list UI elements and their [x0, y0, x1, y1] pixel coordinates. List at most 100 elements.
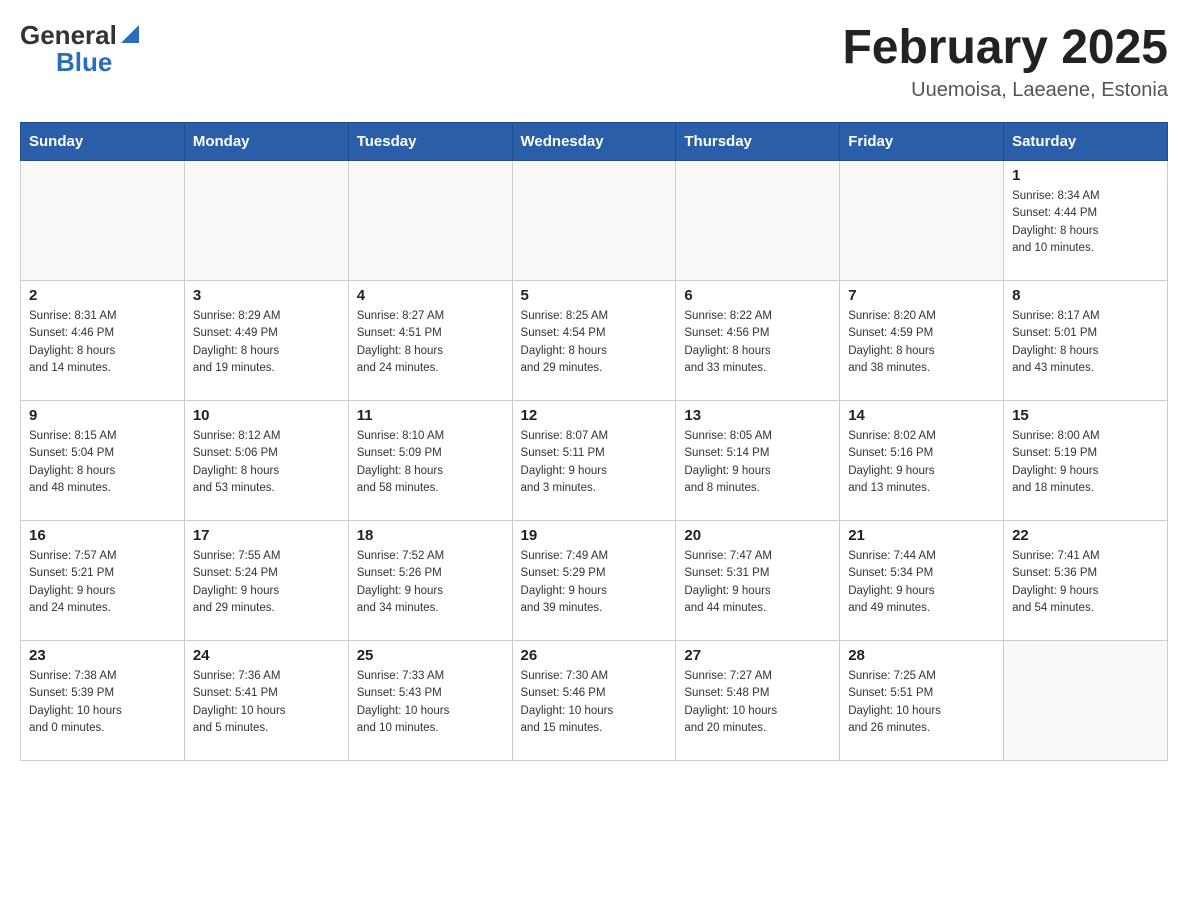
day-number: 15 — [1012, 407, 1159, 424]
calendar-cell — [184, 161, 348, 281]
calendar-cell: 19 Sunrise: 7:49 AMSunset: 5:29 PMDayligh… — [512, 521, 676, 641]
day-number: 19 — [521, 527, 668, 544]
day-info: Sunrise: 8:15 AMSunset: 5:04 PMDaylight:… — [29, 428, 176, 497]
calendar-cell: 4Sunrise: 8:27 AMSunset: 4:51 PMDaylight… — [348, 281, 512, 401]
calendar-cell: 22Sunrise: 7:41 AMSunset: 5:36 PMDayligh… — [1004, 521, 1168, 641]
calendar-cell: 6Sunrise: 8:22 AMSunset: 4:56 PMDaylight… — [676, 281, 840, 401]
day-info: Sunrise: 7:25 AMSunset: 5:51 PMDaylight:… — [848, 668, 995, 737]
day-number: 20 — [684, 527, 831, 544]
day-number: 13 — [684, 407, 831, 424]
day-number: 4 — [357, 287, 504, 304]
day-number: 17 — [193, 527, 340, 544]
day-info: Sunrise: 7:27 AMSunset: 5:48 PMDaylight:… — [684, 668, 831, 737]
calendar-body: 1 Sunrise: 8:34 AMSunset: 4:44 PMDaylight… — [21, 161, 1168, 761]
weekday-header-row: Sunday Monday Tuesday Wednesday Thursday… — [21, 123, 1168, 161]
calendar-cell — [348, 161, 512, 281]
logo-blue-text: Blue — [56, 47, 112, 78]
day-number: 11 — [357, 407, 504, 424]
day-number: 16 — [29, 527, 176, 544]
day-number: 2 — [29, 287, 176, 304]
calendar-cell: 2 Sunrise: 8:31 AMSunset: 4:46 PMDaylight… — [21, 281, 185, 401]
calendar-cell: 3 Sunrise: 8:29 AMSunset: 4:49 PMDaylight… — [184, 281, 348, 401]
day-number: 5 — [521, 287, 668, 304]
day-info: Sunrise: 8:20 AMSunset: 4:59 PMDaylight:… — [848, 308, 995, 377]
day-info: Sunrise: 8:00 AMSunset: 5:19 PMDaylight:… — [1012, 428, 1159, 497]
calendar-cell — [1004, 641, 1168, 761]
header-friday: Friday — [840, 123, 1004, 161]
calendar-cell: 17Sunrise: 7:55 AMSunset: 5:24 PMDayligh… — [184, 521, 348, 641]
day-info: Sunrise: 7:57 AMSunset: 5:21 PMDaylight:… — [29, 548, 176, 617]
day-info: Sunrise: 8:22 AMSunset: 4:56 PMDaylight:… — [684, 308, 831, 377]
header-wednesday: Wednesday — [512, 123, 676, 161]
day-info: Sunrise: 7:44 AMSunset: 5:34 PMDaylight:… — [848, 548, 995, 617]
day-number: 7 — [848, 287, 995, 304]
calendar-title: February 2025 — [842, 20, 1168, 75]
header-saturday: Saturday — [1004, 123, 1168, 161]
day-info: Sunrise: 8:34 AMSunset: 4:44 PMDaylight:… — [1012, 188, 1159, 257]
day-info: Sunrise: 7:38 AMSunset: 5:39 PMDaylight:… — [29, 668, 176, 737]
calendar-cell: 27 Sunrise: 7:27 AMSunset: 5:48 PMDayligh… — [676, 641, 840, 761]
day-number: 8 — [1012, 287, 1159, 304]
day-number: 21 — [848, 527, 995, 544]
day-info: Sunrise: 8:31 AMSunset: 4:46 PMDaylight:… — [29, 308, 176, 377]
logo: General Blue — [20, 20, 139, 78]
calendar-cell: 11 Sunrise: 8:10 AMSunset: 5:09 PMDayligh… — [348, 401, 512, 521]
logo-triangle-icon — [121, 25, 139, 48]
day-number: 1 — [1012, 167, 1159, 184]
day-number: 9 — [29, 407, 176, 424]
day-info: Sunrise: 8:10 AMSunset: 5:09 PMDaylight:… — [357, 428, 504, 497]
calendar-cell — [512, 161, 676, 281]
day-info: Sunrise: 8:25 AMSunset: 4:54 PMDaylight:… — [521, 308, 668, 377]
calendar-week-row: 1 Sunrise: 8:34 AMSunset: 4:44 PMDaylight… — [21, 161, 1168, 281]
calendar-cell: 20 Sunrise: 7:47 AMSunset: 5:31 PMDayligh… — [676, 521, 840, 641]
day-info: Sunrise: 7:36 AMSunset: 5:41 PMDaylight:… — [193, 668, 340, 737]
calendar-week-row: 16 Sunrise: 7:57 AMSunset: 5:21 PMDayligh… — [21, 521, 1168, 641]
day-info: Sunrise: 8:07 AMSunset: 5:11 PMDaylight:… — [521, 428, 668, 497]
title-section: February 2025 Uuemoisa, Laeaene, Estonia — [842, 20, 1168, 102]
day-number: 25 — [357, 647, 504, 664]
day-number: 22 — [1012, 527, 1159, 544]
day-info: Sunrise: 7:33 AMSunset: 5:43 PMDaylight:… — [357, 668, 504, 737]
day-number: 23 — [29, 647, 176, 664]
day-info: Sunrise: 7:49 AMSunset: 5:29 PMDaylight:… — [521, 548, 668, 617]
day-number: 18 — [357, 527, 504, 544]
day-number: 14 — [848, 407, 995, 424]
calendar-week-row: 9 Sunrise: 8:15 AMSunset: 5:04 PMDaylight… — [21, 401, 1168, 521]
day-number: 26 — [521, 647, 668, 664]
day-info: Sunrise: 8:12 AMSunset: 5:06 PMDaylight:… — [193, 428, 340, 497]
day-number: 3 — [193, 287, 340, 304]
calendar-cell — [676, 161, 840, 281]
day-info: Sunrise: 7:47 AMSunset: 5:31 PMDaylight:… — [684, 548, 831, 617]
day-number: 28 — [848, 647, 995, 664]
calendar-cell: 14 Sunrise: 8:02 AMSunset: 5:16 PMDayligh… — [840, 401, 1004, 521]
calendar-cell: 12 Sunrise: 8:07 AMSunset: 5:11 PMDayligh… — [512, 401, 676, 521]
calendar-cell: 24 Sunrise: 7:36 AMSunset: 5:41 PMDayligh… — [184, 641, 348, 761]
header-sunday: Sunday — [21, 123, 185, 161]
day-number: 24 — [193, 647, 340, 664]
calendar-cell — [21, 161, 185, 281]
header-monday: Monday — [184, 123, 348, 161]
calendar-cell: 26 Sunrise: 7:30 AMSunset: 5:46 PMDayligh… — [512, 641, 676, 761]
day-info: Sunrise: 7:30 AMSunset: 5:46 PMDaylight:… — [521, 668, 668, 737]
day-number: 27 — [684, 647, 831, 664]
calendar-cell: 18Sunrise: 7:52 AMSunset: 5:26 PMDayligh… — [348, 521, 512, 641]
calendar-cell: 28 Sunrise: 7:25 AMSunset: 5:51 PMDayligh… — [840, 641, 1004, 761]
calendar-cell: 25 Sunrise: 7:33 AMSunset: 5:43 PMDayligh… — [348, 641, 512, 761]
calendar-header: Sunday Monday Tuesday Wednesday Thursday… — [21, 123, 1168, 161]
day-info: Sunrise: 8:05 AMSunset: 5:14 PMDaylight:… — [684, 428, 831, 497]
day-number: 12 — [521, 407, 668, 424]
calendar-cell: 1 Sunrise: 8:34 AMSunset: 4:44 PMDaylight… — [1004, 161, 1168, 281]
calendar-cell: 8Sunrise: 8:17 AMSunset: 5:01 PMDaylight… — [1004, 281, 1168, 401]
calendar-cell: 23 Sunrise: 7:38 AMSunset: 5:39 PMDayligh… — [21, 641, 185, 761]
calendar-week-row: 2 Sunrise: 8:31 AMSunset: 4:46 PMDaylight… — [21, 281, 1168, 401]
calendar-cell: 9 Sunrise: 8:15 AMSunset: 5:04 PMDaylight… — [21, 401, 185, 521]
day-info: Sunrise: 8:29 AMSunset: 4:49 PMDaylight:… — [193, 308, 340, 377]
day-number: 10 — [193, 407, 340, 424]
calendar-cell: 5 Sunrise: 8:25 AMSunset: 4:54 PMDaylight… — [512, 281, 676, 401]
calendar-subtitle: Uuemoisa, Laeaene, Estonia — [842, 79, 1168, 102]
day-info: Sunrise: 8:02 AMSunset: 5:16 PMDaylight:… — [848, 428, 995, 497]
calendar-cell: 15 Sunrise: 8:00 AMSunset: 5:19 PMDayligh… — [1004, 401, 1168, 521]
calendar-cell: 10 Sunrise: 8:12 AMSunset: 5:06 PMDayligh… — [184, 401, 348, 521]
page-header: General Blue February 2025 Uuemoisa, Lae… — [20, 20, 1168, 102]
calendar-cell: 16 Sunrise: 7:57 AMSunset: 5:21 PMDayligh… — [21, 521, 185, 641]
